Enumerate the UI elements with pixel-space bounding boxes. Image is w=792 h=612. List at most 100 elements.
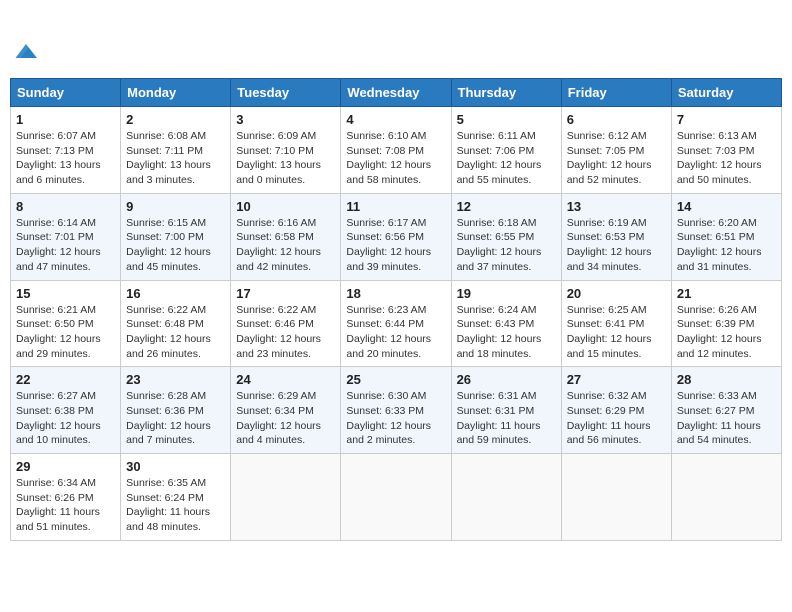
day-number: 23 [126,372,225,387]
day-number: 3 [236,112,335,127]
day-info: Sunrise: 6:10 AM Sunset: 7:08 PM Dayligh… [346,129,445,188]
weekday-header-cell: Sunday [11,79,121,107]
day-number: 10 [236,199,335,214]
day-number: 2 [126,112,225,127]
day-info: Sunrise: 6:11 AM Sunset: 7:06 PM Dayligh… [457,129,556,188]
day-number: 18 [346,286,445,301]
day-info: Sunrise: 6:35 AM Sunset: 6:24 PM Dayligh… [126,476,225,535]
weekday-header-cell: Thursday [451,79,561,107]
day-cell: 17 Sunrise: 6:22 AM Sunset: 6:46 PM Dayli… [231,280,341,367]
day-number: 12 [457,199,556,214]
day-info: Sunrise: 6:22 AM Sunset: 6:46 PM Dayligh… [236,303,335,362]
weekday-header-cell: Saturday [671,79,781,107]
calendar-week-row: 8Sunrise: 6:14 AM Sunset: 7:01 PM Daylig… [11,193,782,280]
day-cell: 11 Sunrise: 6:17 AM Sunset: 6:56 PM Dayli… [341,193,451,280]
day-info: Sunrise: 6:07 AM Sunset: 7:13 PM Dayligh… [16,129,115,188]
calendar-week-row: 15Sunrise: 6:21 AM Sunset: 6:50 PM Dayli… [11,280,782,367]
day-info: Sunrise: 6:19 AM Sunset: 6:53 PM Dayligh… [567,216,666,275]
day-info: Sunrise: 6:15 AM Sunset: 7:00 PM Dayligh… [126,216,225,275]
logo-icon [12,37,40,65]
day-info: Sunrise: 6:08 AM Sunset: 7:11 PM Dayligh… [126,129,225,188]
day-cell: 15Sunrise: 6:21 AM Sunset: 6:50 PM Dayli… [11,280,121,367]
weekday-header-cell: Wednesday [341,79,451,107]
day-info: Sunrise: 6:33 AM Sunset: 6:27 PM Dayligh… [677,389,776,448]
day-number: 11 [346,199,445,214]
day-cell: 1 Sunrise: 6:07 AM Sunset: 7:13 PM Daylig… [11,107,121,194]
weekday-header-cell: Friday [561,79,671,107]
day-number: 6 [567,112,666,127]
weekday-header-row: SundayMondayTuesdayWednesdayThursdayFrid… [11,79,782,107]
day-cell: 25 Sunrise: 6:30 AM Sunset: 6:33 PM Dayli… [341,367,451,454]
day-info: Sunrise: 6:30 AM Sunset: 6:33 PM Dayligh… [346,389,445,448]
day-info: Sunrise: 6:16 AM Sunset: 6:58 PM Dayligh… [236,216,335,275]
day-info: Sunrise: 6:24 AM Sunset: 6:43 PM Dayligh… [457,303,556,362]
calendar-table: SundayMondayTuesdayWednesdayThursdayFrid… [10,78,782,541]
day-cell: 6 Sunrise: 6:12 AM Sunset: 7:05 PM Daylig… [561,107,671,194]
empty-day-cell [561,454,671,541]
day-number: 14 [677,199,776,214]
day-info: Sunrise: 6:23 AM Sunset: 6:44 PM Dayligh… [346,303,445,362]
day-info: Sunrise: 6:18 AM Sunset: 6:55 PM Dayligh… [457,216,556,275]
day-number: 16 [126,286,225,301]
day-info: Sunrise: 6:32 AM Sunset: 6:29 PM Dayligh… [567,389,666,448]
day-number: 24 [236,372,335,387]
calendar-week-row: 1 Sunrise: 6:07 AM Sunset: 7:13 PM Daylig… [11,107,782,194]
day-info: Sunrise: 6:29 AM Sunset: 6:34 PM Dayligh… [236,389,335,448]
day-cell: 2 Sunrise: 6:08 AM Sunset: 7:11 PM Daylig… [121,107,231,194]
day-cell: 28 Sunrise: 6:33 AM Sunset: 6:27 PM Dayli… [671,367,781,454]
day-cell: 10 Sunrise: 6:16 AM Sunset: 6:58 PM Dayli… [231,193,341,280]
day-number: 8 [16,199,115,214]
day-cell: 23 Sunrise: 6:28 AM Sunset: 6:36 PM Dayli… [121,367,231,454]
day-number: 4 [346,112,445,127]
day-cell: 7 Sunrise: 6:13 AM Sunset: 7:03 PM Daylig… [671,107,781,194]
day-info: Sunrise: 6:34 AM Sunset: 6:26 PM Dayligh… [16,476,115,535]
day-number: 9 [126,199,225,214]
day-info: Sunrise: 6:17 AM Sunset: 6:56 PM Dayligh… [346,216,445,275]
day-number: 22 [16,372,115,387]
day-number: 5 [457,112,556,127]
day-info: Sunrise: 6:31 AM Sunset: 6:31 PM Dayligh… [457,389,556,448]
day-number: 21 [677,286,776,301]
day-number: 27 [567,372,666,387]
day-cell: 24 Sunrise: 6:29 AM Sunset: 6:34 PM Dayli… [231,367,341,454]
day-number: 29 [16,459,115,474]
day-info: Sunrise: 6:27 AM Sunset: 6:38 PM Dayligh… [16,389,115,448]
day-number: 25 [346,372,445,387]
day-number: 26 [457,372,556,387]
day-cell: 18 Sunrise: 6:23 AM Sunset: 6:44 PM Dayli… [341,280,451,367]
day-info: Sunrise: 6:22 AM Sunset: 6:48 PM Dayligh… [126,303,225,362]
day-number: 17 [236,286,335,301]
day-cell: 12 Sunrise: 6:18 AM Sunset: 6:55 PM Dayli… [451,193,561,280]
day-cell: 29 Sunrise: 6:34 AM Sunset: 6:26 PM Dayli… [11,454,121,541]
day-cell: 16 Sunrise: 6:22 AM Sunset: 6:48 PM Dayli… [121,280,231,367]
page-header [10,10,782,70]
day-info: Sunrise: 6:25 AM Sunset: 6:41 PM Dayligh… [567,303,666,362]
empty-day-cell [451,454,561,541]
calendar-week-row: 22 Sunrise: 6:27 AM Sunset: 6:38 PM Dayli… [11,367,782,454]
day-cell: 3Sunrise: 6:09 AM Sunset: 7:10 PM Daylig… [231,107,341,194]
empty-day-cell [671,454,781,541]
day-cell: 21 Sunrise: 6:26 AM Sunset: 6:39 PM Dayli… [671,280,781,367]
day-info: Sunrise: 6:12 AM Sunset: 7:05 PM Dayligh… [567,129,666,188]
day-info: Sunrise: 6:26 AM Sunset: 6:39 PM Dayligh… [677,303,776,362]
day-number: 30 [126,459,225,474]
empty-day-cell [341,454,451,541]
logo [10,14,40,70]
day-info: Sunrise: 6:20 AM Sunset: 6:51 PM Dayligh… [677,216,776,275]
day-number: 19 [457,286,556,301]
day-number: 28 [677,372,776,387]
day-number: 15 [16,286,115,301]
weekday-header-cell: Monday [121,79,231,107]
empty-day-cell [231,454,341,541]
day-cell: 30 Sunrise: 6:35 AM Sunset: 6:24 PM Dayli… [121,454,231,541]
day-cell: 26 Sunrise: 6:31 AM Sunset: 6:31 PM Dayli… [451,367,561,454]
weekday-header-cell: Tuesday [231,79,341,107]
day-number: 7 [677,112,776,127]
day-cell: 14 Sunrise: 6:20 AM Sunset: 6:51 PM Dayli… [671,193,781,280]
day-info: Sunrise: 6:13 AM Sunset: 7:03 PM Dayligh… [677,129,776,188]
day-number: 1 [16,112,115,127]
calendar-week-row: 29 Sunrise: 6:34 AM Sunset: 6:26 PM Dayli… [11,454,782,541]
day-info: Sunrise: 6:28 AM Sunset: 6:36 PM Dayligh… [126,389,225,448]
day-number: 20 [567,286,666,301]
day-cell: 4 Sunrise: 6:10 AM Sunset: 7:08 PM Daylig… [341,107,451,194]
